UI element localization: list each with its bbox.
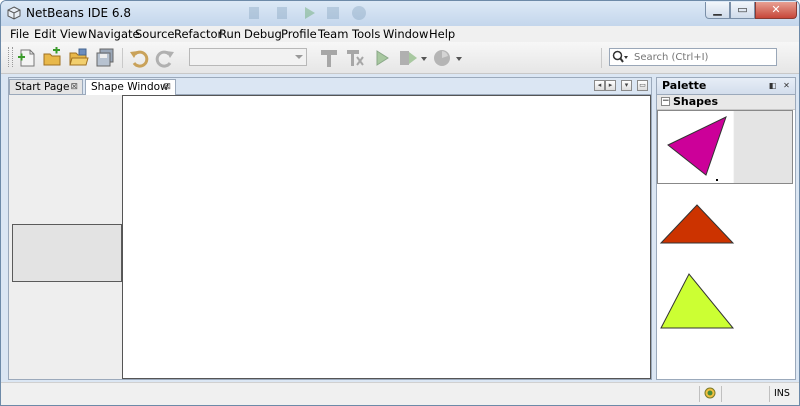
palette-panel: Palette ◧ ✕ − Shapes — [656, 77, 796, 380]
main-toolbar — [1, 42, 799, 74]
tab-label: Shape Window — [91, 81, 169, 93]
configuration-combo[interactable] — [189, 48, 307, 66]
status-separator — [699, 386, 700, 402]
menu-window[interactable]: Window — [383, 27, 428, 41]
maximize-button[interactable]: ▭ — [730, 2, 755, 19]
menu-run[interactable]: Run — [219, 27, 241, 41]
palette-header: Palette ◧ ✕ — [657, 78, 795, 95]
editor-tabstrip: Start Page ⊠ Shape Window ⊠ ◂ ▸ ▾ ▭ — [9, 78, 651, 95]
toolbar-separator — [601, 48, 602, 68]
shape-scene-canvas[interactable] — [122, 95, 651, 379]
window-title: NetBeans IDE 6.8 — [26, 6, 131, 20]
tab-start-page[interactable]: Start Page ⊠ — [9, 79, 83, 94]
menu-source[interactable]: Source — [135, 27, 175, 41]
status-separator — [721, 386, 722, 402]
redo-icon[interactable] — [154, 47, 176, 69]
show-opened-documents-icon[interactable]: ▾ — [621, 80, 632, 91]
profile-dropdown-icon[interactable] — [454, 47, 464, 69]
toolbar-grip[interactable] — [8, 47, 13, 67]
minimize-button[interactable]: ▁ — [705, 2, 730, 19]
triangle-icon — [660, 273, 735, 329]
scroll-tabs-left-icon[interactable]: ◂ — [594, 80, 605, 91]
triangle-icon — [659, 204, 735, 244]
ghost-toolbar-icons — [249, 6, 366, 20]
close-tab-icon[interactable]: ⊠ — [163, 80, 171, 94]
menu-profile[interactable]: Profile — [281, 27, 317, 41]
palette-item-triangle-red[interactable] — [659, 187, 735, 259]
debug-icon[interactable] — [397, 47, 419, 69]
netbeans-app-icon — [7, 6, 21, 20]
palette-item-triangle-magenta[interactable] — [657, 110, 793, 184]
build-icon[interactable] — [318, 47, 340, 69]
run-icon[interactable] — [371, 47, 393, 69]
palette-minimize-icon[interactable]: ◧ — [767, 80, 778, 91]
scene-viewport-indicator[interactable] — [12, 224, 122, 282]
palette-close-icon[interactable]: ✕ — [781, 80, 792, 91]
close-window-button[interactable]: ✕ — [755, 2, 797, 19]
palette-title: Palette — [662, 79, 707, 92]
menu-navigate[interactable]: Navigate — [88, 27, 140, 41]
palette-item-triangle-lime[interactable] — [659, 264, 735, 336]
menu-help[interactable]: Help — [429, 27, 455, 41]
menu-edit[interactable]: Edit — [34, 27, 56, 41]
scroll-tabs-right-icon[interactable]: ▸ — [605, 80, 616, 91]
search-input[interactable] — [634, 50, 772, 64]
open-project-icon[interactable] — [68, 47, 90, 69]
scene-satellite-view — [9, 95, 122, 379]
triangle-icon — [667, 116, 727, 181]
menu-bar: File Edit View Navigate Source Refactor … — [1, 26, 799, 42]
editor-area: Start Page ⊠ Shape Window ⊠ ◂ ▸ ▾ ▭ — [8, 77, 652, 380]
debug-dropdown-icon[interactable] — [419, 47, 429, 69]
search-icon[interactable] — [612, 50, 628, 64]
menu-view[interactable]: View — [60, 27, 87, 41]
menu-tools[interactable]: Tools — [352, 27, 380, 41]
notification-icon[interactable] — [704, 387, 716, 399]
menu-debug[interactable]: Debug — [244, 27, 282, 41]
undo-icon[interactable] — [128, 47, 150, 69]
quick-search-box[interactable] — [609, 48, 777, 66]
menu-team[interactable]: Team — [318, 27, 348, 41]
profile-icon[interactable] — [431, 47, 453, 69]
palette-category-shapes[interactable]: − Shapes — [657, 95, 795, 110]
status-separator — [769, 386, 770, 402]
save-all-icon[interactable] — [94, 47, 116, 69]
menu-refactor[interactable]: Refactor — [174, 27, 222, 41]
tab-shape-window[interactable]: Shape Window ⊠ — [85, 79, 176, 95]
title-bar: NetBeans IDE 6.8 ▁ ▭ ✕ — [1, 1, 799, 26]
maximize-window-icon[interactable]: ▭ — [637, 80, 648, 91]
ide-window: NetBeans IDE 6.8 ▁ ▭ ✕ File Edit View Na… — [0, 0, 800, 406]
tab-label: Start Page — [15, 81, 70, 93]
insert-mode-indicator: INS — [774, 388, 790, 399]
new-project-icon[interactable] — [41, 47, 63, 69]
status-bar: INS — [1, 382, 799, 405]
chevron-down-icon — [295, 55, 303, 59]
clean-build-icon[interactable] — [344, 47, 366, 69]
close-tab-icon[interactable]: ⊠ — [70, 80, 78, 94]
category-label: Shapes — [673, 95, 719, 108]
collapse-icon[interactable]: − — [661, 97, 670, 106]
menu-file[interactable]: File — [10, 27, 29, 41]
toolbar-separator — [122, 48, 123, 68]
new-file-icon[interactable] — [16, 47, 38, 69]
